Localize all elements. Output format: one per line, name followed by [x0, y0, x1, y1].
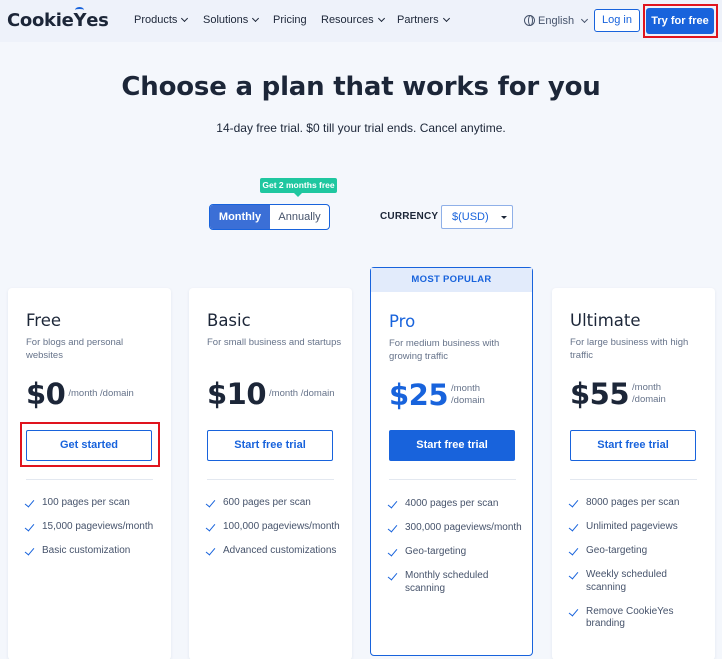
promo-badge: Get 2 months free [260, 178, 337, 197]
top-navbar: CookieYes Products Solutions Pricing Res… [0, 0, 722, 42]
currency-select[interactable]: $(USD) [441, 205, 513, 229]
plan-name: Ultimate [570, 311, 641, 330]
divider [389, 479, 516, 480]
feature-item: Unlimited pageviews [568, 521, 705, 534]
check-icon [568, 545, 579, 556]
price-row: $25/month /domain [389, 378, 491, 412]
start-free-trial-button[interactable]: Start free trial [570, 430, 696, 461]
check-icon [387, 522, 398, 533]
check-icon [24, 521, 35, 532]
divider [570, 479, 697, 480]
nav-item-resources[interactable]: Resources [321, 14, 385, 26]
plan-description: For small business and startups [207, 337, 342, 348]
chevron-down-icon [377, 14, 385, 23]
divider [207, 479, 334, 480]
check-icon [24, 545, 35, 556]
plan-name: Pro [389, 312, 416, 331]
feature-item: 15,000 pageviews/month [24, 521, 161, 534]
feature-item: 100,000 pageviews/month [205, 521, 342, 534]
price-unit: /month /domain [451, 383, 485, 406]
annually-option[interactable]: Annually [270, 205, 329, 229]
most-popular-badge: MOST POPULAR [371, 268, 532, 292]
feature-list: 8000 pages per scan Unlimited pageviews … [568, 497, 705, 642]
feature-item: 8000 pages per scan [568, 497, 705, 510]
login-button[interactable]: Log in [594, 9, 640, 32]
nav-item-solutions[interactable]: Solutions [203, 14, 260, 26]
price-unit: /month /domain [68, 388, 134, 399]
feature-item: Remove CookieYes branding [568, 605, 705, 631]
feature-list: 600 pages per scan 100,000 pageviews/mon… [205, 497, 342, 569]
check-icon [568, 569, 579, 580]
feature-item: Weekly scheduled scanning [568, 569, 705, 594]
plan-name: Basic [207, 311, 251, 330]
cookieyes-logo[interactable]: CookieYes [7, 10, 109, 31]
page-title: Choose a plan that works for you [121, 72, 601, 102]
feature-item: 300,000 pageviews/month [387, 522, 524, 535]
plan-price: $10 [207, 377, 267, 411]
plan-price: $55 [570, 377, 630, 411]
check-icon [24, 497, 35, 508]
plan-price: $25 [389, 378, 449, 412]
feature-list: 100 pages per scan 15,000 pageviews/mont… [24, 497, 161, 569]
chevron-down-icon [581, 15, 589, 24]
check-icon [387, 498, 398, 509]
language-selector[interactable]: English [524, 13, 589, 27]
plan-price: $0 [26, 377, 66, 411]
feature-item: 100 pages per scan [24, 497, 161, 510]
get-started-highlight [20, 422, 160, 467]
feature-item: 4000 pages per scan [387, 498, 524, 511]
check-icon [568, 497, 579, 508]
price-unit: /month /domain [632, 382, 666, 405]
feature-item: 600 pages per scan [205, 497, 342, 510]
plan-card-pro: MOST POPULAR Pro For medium business wit… [370, 267, 533, 656]
globe-icon [524, 15, 535, 26]
plan-card-ultimate: Ultimate For large business with high tr… [552, 288, 715, 659]
check-icon [568, 605, 579, 617]
check-icon [205, 545, 216, 556]
price-unit: /month /domain [269, 388, 335, 399]
divider [26, 479, 153, 480]
price-row: $0/month /domain [26, 377, 134, 411]
plan-description: For large business with high traffic [570, 337, 689, 361]
chevron-down-icon [252, 14, 260, 23]
try-for-free-button[interactable]: Try for free [646, 8, 714, 34]
feature-item: Advanced customizations [205, 545, 342, 558]
check-icon [205, 521, 216, 532]
check-icon [568, 521, 579, 532]
nav-item-products[interactable]: Products [134, 14, 189, 26]
page-subtitle: 14-day free trial. $0 till your trial en… [216, 121, 506, 135]
chevron-down-icon [442, 14, 450, 23]
currency-label: CURRENCY [380, 211, 439, 222]
chevron-down-icon [181, 14, 189, 23]
price-row: $10/month /domain [207, 377, 335, 411]
caret-down-icon [501, 216, 507, 219]
feature-item: Geo-targeting [568, 545, 705, 558]
feature-list: 4000 pages per scan 300,000 pageviews/mo… [387, 498, 524, 607]
currency-value: $(USD) [452, 211, 489, 223]
feature-item: Geo-targeting [387, 546, 524, 559]
start-free-trial-button[interactable]: Start free trial [389, 430, 515, 461]
billing-period-toggle: Monthly Annually [209, 204, 330, 230]
feature-item: Monthly scheduled scanning [387, 570, 524, 595]
nav-item-partners[interactable]: Partners [397, 14, 450, 26]
price-row: $55/month /domain [570, 377, 672, 411]
plan-description: For blogs and personal websites [26, 337, 124, 361]
plan-card-free: Free For blogs and personal websites $0/… [8, 288, 171, 659]
nav-item-pricing[interactable]: Pricing [273, 14, 307, 26]
plan-name: Free [26, 311, 62, 330]
feature-item: Basic customization [24, 545, 161, 558]
check-icon [205, 497, 216, 508]
plan-card-basic: Basic For small business and startups $1… [189, 288, 352, 659]
start-free-trial-button[interactable]: Start free trial [207, 430, 333, 461]
check-icon [387, 546, 398, 557]
plan-description: For medium business with growing traffic [389, 338, 500, 362]
monthly-option[interactable]: Monthly [210, 205, 270, 229]
check-icon [387, 570, 398, 581]
